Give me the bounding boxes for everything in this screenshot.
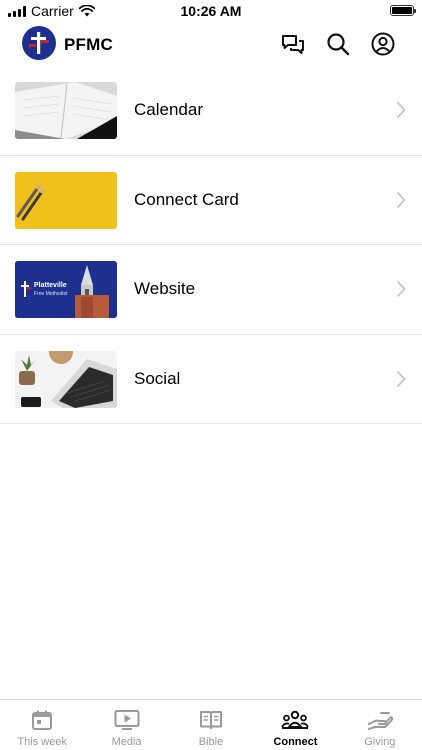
tab-label: Connect [273,736,318,748]
status-time: 10:26 AM [180,3,242,19]
battery-icon [390,5,416,16]
tab-label: Bible [198,736,224,748]
book-icon [200,711,223,729]
app-header: PFMC [0,22,422,66]
tab-bar: This week Media Bible Connect Giving [0,699,422,750]
list-item-connect-card[interactable]: Connect Card [0,156,422,245]
chevron-right-icon [396,370,406,387]
website-thumbnail: Platteville Free Methodist [15,261,117,318]
status-bar: Carrier 10:26 AM [0,0,422,22]
website-thumb-subtitle: Free Methodist [34,291,68,297]
app-title: PFMC [64,35,113,54]
tab-label: Media [111,736,142,748]
calendar-thumbnail [15,82,117,139]
website-thumb-title: Platteville [34,282,67,289]
people-icon [281,710,310,729]
list-item-website[interactable]: Platteville Free Methodist Website [0,245,422,335]
connect-list: Calendar Connect Card Platteville Free M… [0,66,422,424]
account-icon[interactable] [370,31,396,57]
search-icon[interactable] [325,31,351,57]
play-icon [114,710,140,730]
tab-bible[interactable]: Bible [169,700,253,750]
cross-logo-icon [29,32,49,54]
tab-label: This week [17,736,67,748]
church-logo[interactable] [22,26,56,60]
tab-giving[interactable]: Giving [338,700,422,750]
chat-icon[interactable] [280,31,306,57]
item-label-website: Website [134,279,196,298]
chevron-right-icon [396,101,406,119]
tab-media[interactable]: Media [84,700,168,750]
item-label-connect-card: Connect Card [134,189,239,209]
tab-label: Giving [364,736,396,748]
connect-card-thumbnail [15,171,117,229]
calendar-icon [32,710,53,730]
tab-connect[interactable]: Connect [253,700,337,750]
chevron-right-icon [396,191,406,208]
list-item-calendar[interactable]: Calendar [0,66,422,156]
item-label-social: Social [134,368,181,388]
item-label-calendar: Calendar [134,100,203,119]
social-thumbnail [15,350,117,408]
chevron-right-icon [396,280,406,298]
hand-icon [367,712,393,730]
tab-this-week[interactable]: This week [0,700,84,750]
list-item-social[interactable]: Social [0,335,422,424]
